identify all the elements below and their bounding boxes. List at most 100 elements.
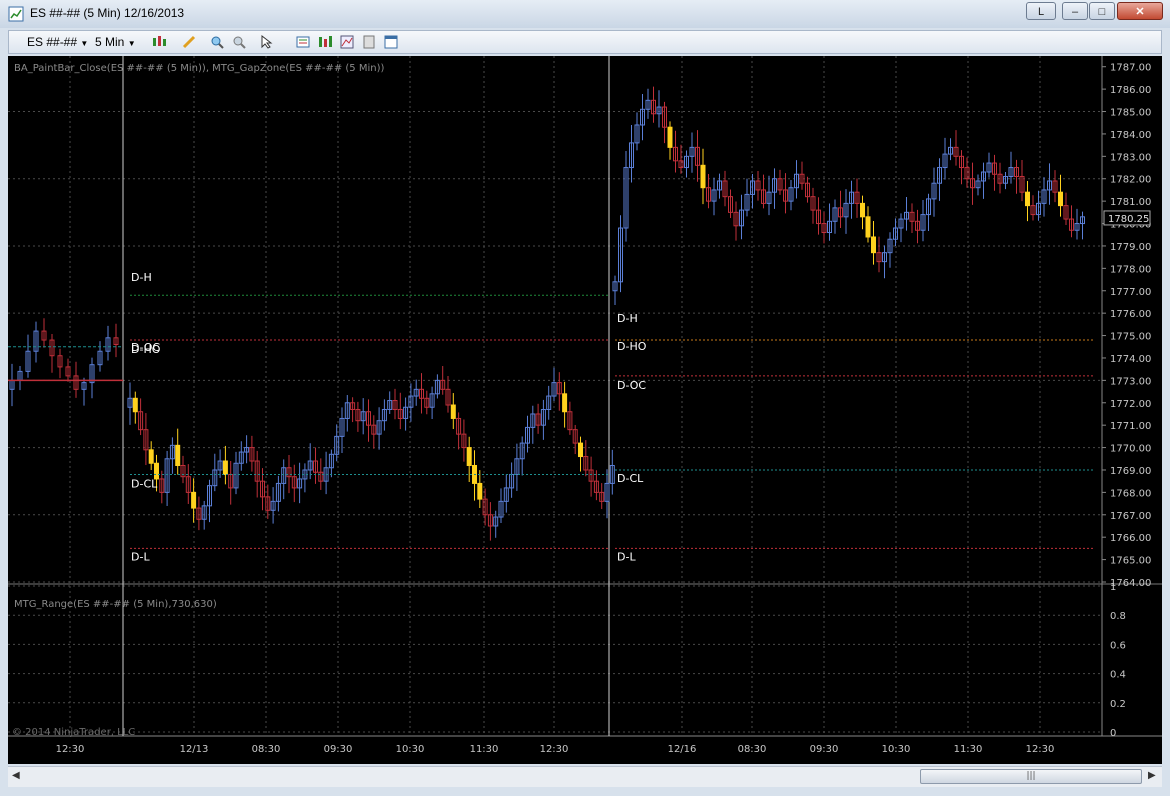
zoom-in-icon[interactable] (209, 34, 225, 50)
chart-trader-icon[interactable] (361, 34, 377, 50)
time-tick-label: 10:30 (882, 744, 911, 755)
candle-body (450, 404, 456, 419)
price-tick-label: 1772.00 (1110, 399, 1151, 410)
gap-zone-label: D-CL (131, 477, 158, 490)
gap-zone-label: D-OC (617, 379, 646, 392)
time-tick-label: 12:30 (540, 744, 569, 755)
zoom-out-icon[interactable] (231, 34, 247, 50)
maximize-button[interactable]: □ (1089, 2, 1115, 20)
price-tick-label: 1770.00 (1110, 444, 1151, 455)
price-tick-label: 1777.00 (1110, 287, 1151, 298)
instrument-selector[interactable]: ES ##-## ▼ (27, 34, 88, 51)
range-tick-label: 0.2 (1110, 699, 1126, 710)
title-bar[interactable]: ES ##-## (5 Min) 12/16/2013 L – □ ✕ (0, 0, 1170, 28)
time-tick-label: 12/16 (668, 744, 697, 755)
candle-body (865, 216, 871, 238)
gap-zone-label: D-H (131, 271, 152, 284)
price-tick-label: 1775.00 (1110, 332, 1151, 343)
price-tick-label: 1784.00 (1110, 130, 1151, 141)
time-tick-label: 09:30 (810, 744, 839, 755)
scrollbar-thumb[interactable]: ||| (920, 769, 1142, 784)
candle-body (466, 447, 472, 467)
indicators-icon[interactable] (317, 34, 333, 50)
candle-body (667, 126, 673, 148)
range-indicator-label: MTG_Range(ES ##-## (5 Min),730,630) (14, 599, 217, 610)
time-tick-label: 12:30 (56, 744, 85, 755)
close-button[interactable]: ✕ (1117, 2, 1163, 20)
cursor-pointer-icon[interactable] (259, 34, 275, 50)
price-tick-label: 1776.00 (1110, 309, 1151, 320)
window-title: ES ##-## (5 Min) 12/16/2013 (30, 6, 185, 20)
time-tick-label: 11:30 (470, 744, 499, 755)
gap-zone-label: D-H (617, 312, 638, 325)
price-tick-label: 1765.00 (1110, 556, 1151, 567)
chevron-down-icon: ▼ (80, 39, 89, 48)
candle-body (700, 164, 706, 189)
copyright-label: © 2014 NinjaTrader, LLC (12, 727, 135, 738)
gap-zone-label: D-CL (617, 472, 644, 485)
range-tick-label: 0.4 (1110, 670, 1126, 681)
horizontal-scrollbar[interactable]: ◀ ||| ▶ (8, 766, 1162, 787)
candle-body (175, 444, 181, 467)
scroll-right-icon[interactable]: ▶ (1148, 770, 1156, 781)
time-tick-label: 09:30 (324, 744, 353, 755)
candle-body (148, 449, 154, 464)
candlestick-style-icon[interactable] (151, 34, 167, 50)
time-tick-label: 11:30 (954, 744, 983, 755)
price-tick-label: 1768.00 (1110, 488, 1151, 499)
data-box-icon[interactable] (295, 34, 311, 50)
price-tick-label: 1782.00 (1110, 175, 1151, 186)
price-tick-label: 1767.00 (1110, 511, 1151, 522)
time-tick-label: 08:30 (738, 744, 767, 755)
range-tick-label: 0.6 (1110, 640, 1126, 651)
price-tick-label: 1769.00 (1110, 466, 1151, 477)
price-tick-label: 1783.00 (1110, 152, 1151, 163)
gap-zone-label: D-L (131, 550, 150, 563)
candle-body (222, 460, 228, 475)
price-tick-label: 1778.00 (1110, 264, 1151, 275)
candle-body (1025, 191, 1030, 207)
price-tick-label: 1787.00 (1110, 63, 1151, 74)
status-bar (0, 787, 1170, 796)
properties-icon[interactable] (383, 34, 399, 50)
price-tick-label: 1771.00 (1110, 421, 1151, 432)
instrument-selector-label: ES ##-## (27, 35, 78, 49)
candle-body (871, 236, 876, 254)
layout-link-button[interactable]: L (1026, 2, 1056, 20)
chevron-down-icon: ▼ (127, 39, 136, 48)
time-tick-label: 12/13 (180, 744, 209, 755)
last-price-label: 1780.25 (1108, 214, 1149, 225)
gap-zone-label: D-L (617, 550, 636, 563)
price-tick-label: 1773.00 (1110, 376, 1151, 387)
time-tick-label: 12:30 (1026, 744, 1055, 755)
candle-body (860, 202, 865, 218)
gap-zone-label: D-OC (131, 341, 160, 354)
minimize-button[interactable]: – (1062, 2, 1088, 20)
candle-body (578, 442, 583, 458)
interval-selector[interactable]: 5 Min ▼ (95, 34, 136, 51)
price-tick-label: 1781.00 (1110, 197, 1151, 208)
price-chart[interactable]: 1787.00 1786.00 1785.00 1784.00 1783.00 1782.… (8, 56, 1162, 764)
scroll-left-icon[interactable]: ◀ (12, 770, 20, 781)
candle-body (191, 491, 197, 509)
chart-toolbar: ES ##-## ▼ 5 Min ▼ (8, 30, 1162, 54)
price-tick-label: 1786.00 (1110, 85, 1151, 96)
gap-zone-label: D-HO (617, 340, 647, 353)
price-tick-label: 1785.00 (1110, 108, 1151, 119)
time-tick-label: 08:30 (252, 744, 281, 755)
range-tick-label: 0.8 (1110, 611, 1126, 622)
chart-area[interactable]: 1787.00 1786.00 1785.00 1784.00 1783.00 1782.… (8, 56, 1162, 764)
candle-body (1058, 191, 1063, 207)
candle-body (562, 393, 568, 413)
price-tick-label: 1774.00 (1110, 354, 1151, 365)
strategies-icon[interactable] (339, 34, 355, 50)
range-tick-label: 1 (1110, 582, 1116, 593)
candle-body (132, 397, 138, 413)
candle-body (477, 482, 483, 500)
price-indicator-label: BA_PaintBar_Close(ES ##-## (5 Min)), MTG… (14, 63, 384, 74)
drawing-pencil-icon[interactable] (181, 34, 197, 50)
range-tick-label: 0 (1110, 728, 1116, 739)
price-tick-label: 1779.00 (1110, 242, 1151, 253)
chart-window: ES ##-## (5 Min) 12/16/2013 L – □ ✕ ES #… (0, 0, 1170, 796)
price-tick-label: 1766.00 (1110, 533, 1151, 544)
